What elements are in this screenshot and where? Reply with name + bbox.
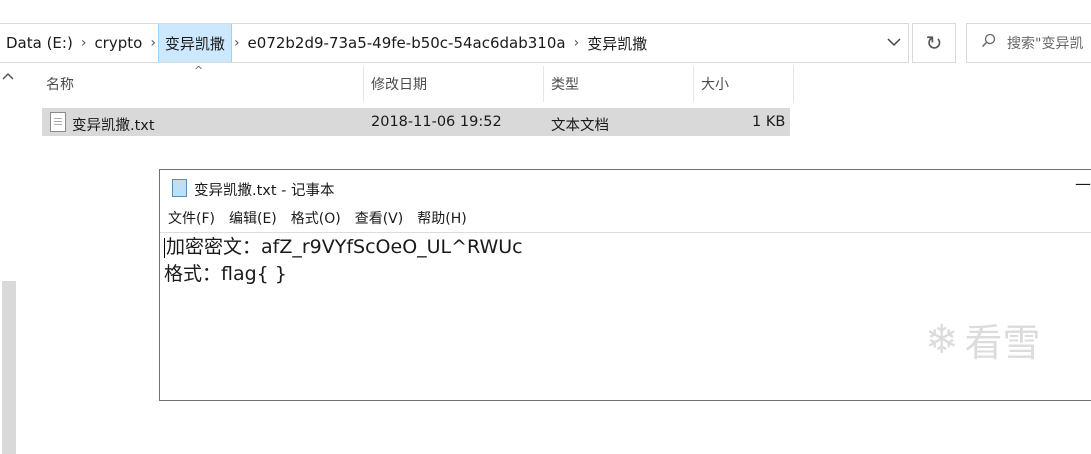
breadcrumb-guid-folder[interactable]: e072b2d9-73a5-49fe-b50c-54ac6dab310a (242, 24, 572, 62)
ciphertext-line: 加密密文：afZ_r9VYfScOeO_UL^RWUc (166, 236, 523, 258)
breadcrumb-current-folder[interactable]: 变异凯撒 (581, 24, 653, 62)
scrollbar-thumb[interactable] (2, 281, 16, 454)
address-history-dropdown-icon[interactable] (882, 30, 906, 54)
search-icon (981, 33, 997, 53)
chevron-right-icon[interactable]: › (148, 35, 158, 51)
text-line-2: 格式：flag{ } (164, 263, 287, 285)
text-line-1: 加密密文：afZ_r9VYfScOeO_UL^RWUc (164, 234, 1091, 261)
breadcrumb-crypto[interactable]: crypto (88, 24, 148, 62)
snowflake-icon: ❄ (925, 316, 959, 363)
refresh-icon: ↻ (925, 31, 943, 55)
chevron-right-icon[interactable]: › (572, 35, 582, 51)
notepad-title: 变异凯撒.txt - 记事本 (194, 183, 335, 199)
text-caret (164, 237, 165, 258)
menu-view[interactable]: 查看(V) (355, 208, 404, 228)
column-divider[interactable] (363, 66, 364, 102)
menu-file[interactable]: 文件(F) (168, 208, 215, 228)
search-box[interactable]: 搜索"变异凯 (966, 23, 1091, 63)
file-name: 变异凯撒.txt (72, 118, 155, 134)
menu-format[interactable]: 格式(O) (291, 208, 341, 228)
window-top-strip (0, 0, 1091, 20)
nav-pane-scrollbar[interactable] (0, 66, 18, 454)
column-divider[interactable] (693, 66, 694, 102)
refresh-button[interactable]: ↻ (912, 23, 956, 63)
watermark: ❄ 看雪 (925, 312, 1041, 367)
notepad-titlebar[interactable]: 变异凯撒.txt - 记事本 — (160, 170, 1091, 204)
column-header-name[interactable]: 名称 (46, 66, 74, 102)
file-type: 文本文档 (551, 118, 609, 134)
breadcrumb-drive[interactable]: Data (E:) (0, 24, 79, 62)
breadcrumb-folder[interactable]: 变异凯撒 (157, 24, 232, 62)
minimize-button[interactable]: — (1075, 174, 1091, 193)
file-row[interactable]: 变异凯撒.txt 2018-11-06 19:52 文本文档 1 KB (42, 108, 790, 136)
menu-edit[interactable]: 编辑(E) (229, 208, 277, 228)
notepad-icon (172, 179, 187, 197)
column-header-type[interactable]: 类型 (551, 66, 579, 102)
search-placeholder: 搜索"变异凯 (1007, 36, 1084, 52)
address-bar[interactable]: Data (E:) › crypto › 变异凯撒 › e072b2d9-73a… (0, 23, 909, 63)
column-divider[interactable] (793, 66, 794, 102)
file-modified: 2018-11-06 19:52 (371, 114, 502, 130)
column-header-modified[interactable]: 修改日期 (371, 66, 427, 102)
scroll-up-icon[interactable] (2, 68, 14, 84)
menu-help[interactable]: 帮助(H) (417, 208, 466, 228)
file-size: 1 KB (752, 114, 786, 130)
text-file-icon (50, 112, 66, 132)
notepad-menubar: 文件(F) 编辑(E) 格式(O) 查看(V) 帮助(H) (160, 206, 1091, 230)
chevron-right-icon[interactable]: › (232, 35, 242, 51)
watermark-text: 看雪 (964, 321, 1041, 365)
chevron-right-icon[interactable]: › (79, 35, 89, 51)
sort-ascending-icon: ^ (194, 64, 204, 77)
column-header-size[interactable]: 大小 (701, 66, 729, 102)
column-divider[interactable] (543, 66, 544, 102)
